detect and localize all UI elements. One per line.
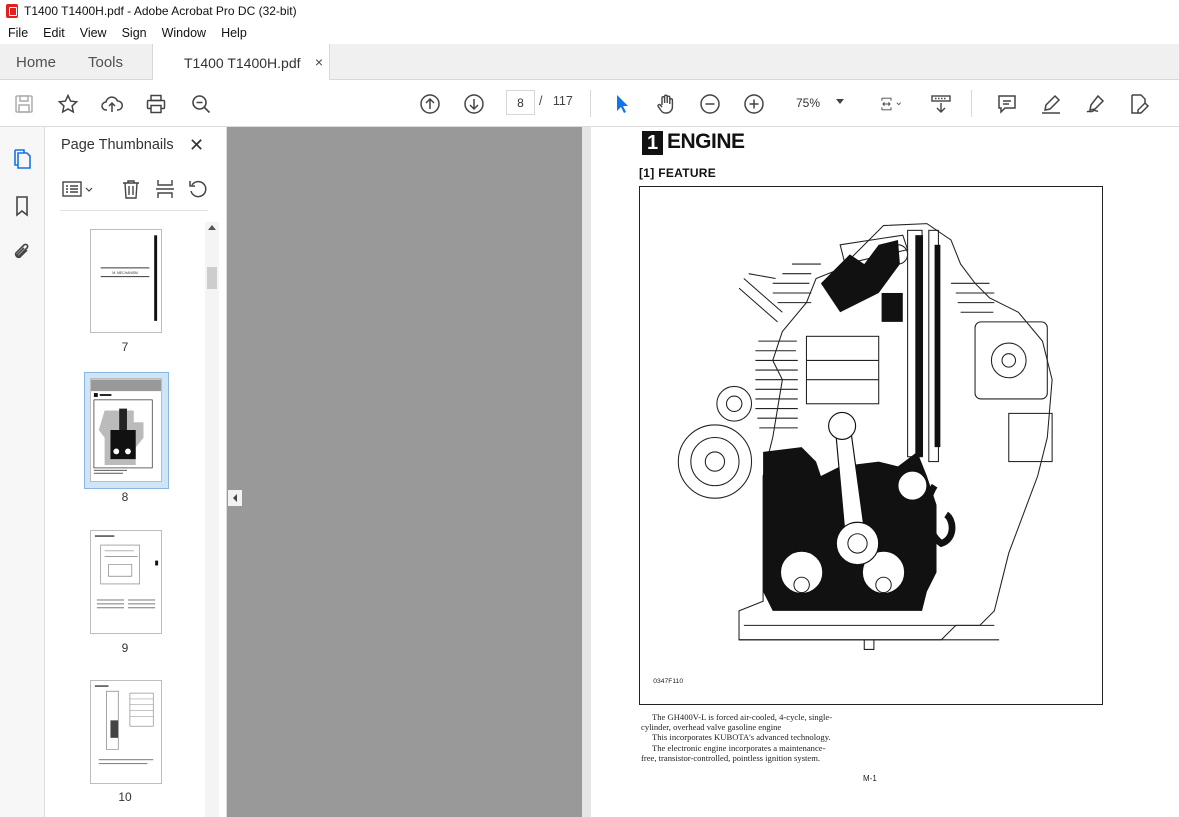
page-thumbnails-panel: Page Thumbnails ✕ M. MECHANISM 7 8 9 10 — [45, 127, 227, 817]
body-line: The GH400V-L is forced air-cooled, 4-cyc… — [652, 712, 833, 722]
zoom-in-icon[interactable] — [742, 92, 766, 116]
select-cursor-icon[interactable] — [610, 92, 634, 116]
menu-window[interactable]: Window — [162, 26, 206, 40]
menu-view[interactable]: View — [80, 26, 107, 40]
attachment-paperclip-icon[interactable] — [11, 240, 33, 264]
panel-divider — [60, 210, 208, 211]
pdf-page-view: 1 ENGINE [1] FEATURE 0347F110 The GH400V… — [582, 127, 1179, 817]
tab-bar: Home Tools T1400 T1400H.pdf × — [0, 44, 1179, 81]
document-canvas-background — [227, 127, 582, 817]
scroll-mode-icon[interactable] — [929, 92, 953, 116]
thumbnail-scrollbar[interactable] — [205, 222, 219, 817]
scroll-up-icon[interactable] — [208, 225, 216, 230]
figure-code: 0347F110 — [653, 678, 683, 685]
thumbnail-page-10[interactable] — [90, 680, 162, 784]
zoom-out-icon[interactable] — [698, 92, 722, 116]
page-fit-icon[interactable] — [874, 92, 908, 116]
previous-page-icon[interactable] — [418, 92, 442, 116]
next-page-icon[interactable] — [462, 92, 486, 116]
zoom-level-value: 75% — [796, 95, 821, 110]
tab-close-icon[interactable]: × — [315, 54, 323, 70]
hand-tool-icon[interactable] — [654, 92, 678, 116]
comment-icon[interactable] — [995, 92, 1019, 116]
pdf-app-icon — [6, 4, 18, 18]
main-toolbar: 8 / 117 75% — [0, 80, 1179, 127]
total-pages: 117 — [552, 94, 573, 108]
page-count: / 117 — [539, 94, 573, 108]
chapter-title: ENGINE — [667, 130, 745, 153]
body-line: The electronic engine incorporates a mai… — [652, 742, 826, 753]
thumbnail-page-8 — [90, 378, 162, 482]
window-title: T1400 T1400H.pdf - Adobe Acrobat Pro DC … — [24, 4, 297, 18]
tab-tools[interactable]: Tools — [88, 44, 123, 80]
toolbar-divider — [971, 90, 972, 117]
left-navigation-rail — [0, 127, 45, 817]
star-icon[interactable] — [56, 92, 80, 116]
panel-title: Page Thumbnails — [61, 137, 174, 153]
menu-help[interactable]: Help — [221, 26, 247, 40]
zoom-search-icon[interactable] — [189, 92, 213, 116]
engine-cutaway-figure: 0347F110 — [639, 186, 1103, 705]
thumbnail-page-9[interactable] — [90, 530, 162, 634]
tab-document[interactable]: T1400 T1400H.pdf × — [152, 44, 330, 81]
tab-home[interactable]: Home — [16, 44, 56, 80]
thumbnail-label: 10 — [118, 790, 132, 804]
draw-sign-icon[interactable] — [1083, 92, 1107, 116]
delete-page-icon[interactable] — [120, 177, 142, 201]
page-number-input[interactable]: 8 — [506, 90, 535, 115]
body-line: free, transistor-controlled, pointless i… — [641, 752, 821, 763]
menu-edit[interactable]: Edit — [43, 26, 65, 40]
highlight-pen-icon[interactable] — [1039, 92, 1063, 116]
page-footer-number: M-1 — [863, 774, 877, 783]
thumb-7-caption: M. MECHANISM — [112, 271, 138, 275]
thumbnail-scrollbar-thumb[interactable] — [207, 267, 217, 289]
upload-cloud-icon[interactable] — [100, 92, 124, 116]
thumbnail-page-8-selected[interactable] — [84, 372, 169, 489]
thumbnail-page-7[interactable]: M. MECHANISM — [90, 229, 162, 333]
menu-sign[interactable]: Sign — [122, 26, 147, 40]
thumbnail-options-icon[interactable] — [61, 177, 97, 201]
collapse-panel-button[interactable] — [228, 490, 242, 506]
menu-bar: File Edit View Sign Window Help — [0, 22, 1179, 44]
thumbnail-list: M. MECHANISM 7 8 9 10 — [45, 222, 205, 817]
chevron-down-icon — [836, 99, 844, 104]
thumbnail-label: 8 — [121, 490, 129, 504]
edit-pdf-icon[interactable] — [1127, 92, 1151, 116]
save-icon[interactable] — [12, 92, 36, 116]
thumbnail-label: 9 — [121, 641, 129, 655]
chapter-number: 1 — [642, 131, 663, 155]
thumbnail-label: 7 — [121, 340, 129, 354]
feature-description: The GH400V-L is forced air-cooled, 4-cyc… — [641, 712, 881, 763]
rotate-page-icon[interactable] — [187, 177, 209, 201]
tab-document-label: T1400 T1400H.pdf — [184, 54, 301, 71]
body-line: cylinder, overhead valve gasoline engine — [641, 722, 782, 733]
print-icon[interactable] — [144, 92, 168, 116]
menu-file[interactable]: File — [8, 26, 28, 40]
title-bar: T1400 T1400H.pdf - Adobe Acrobat Pro DC … — [0, 0, 1179, 22]
panel-close-icon[interactable]: ✕ — [189, 135, 204, 156]
zoom-level-dropdown[interactable]: 75% — [784, 90, 854, 115]
section-heading: [1] FEATURE — [639, 166, 717, 180]
page-separator: / — [539, 94, 543, 108]
engine-cutaway-illustration: 0347F110 — [653, 223, 1053, 685]
toolbar-divider — [590, 90, 591, 117]
page-thumbnails-icon[interactable] — [11, 147, 33, 171]
split-page-icon[interactable] — [154, 177, 176, 201]
bookmark-icon[interactable] — [11, 194, 33, 218]
body-line: This incorporates KUBOTA's advanced tech… — [652, 732, 831, 743]
